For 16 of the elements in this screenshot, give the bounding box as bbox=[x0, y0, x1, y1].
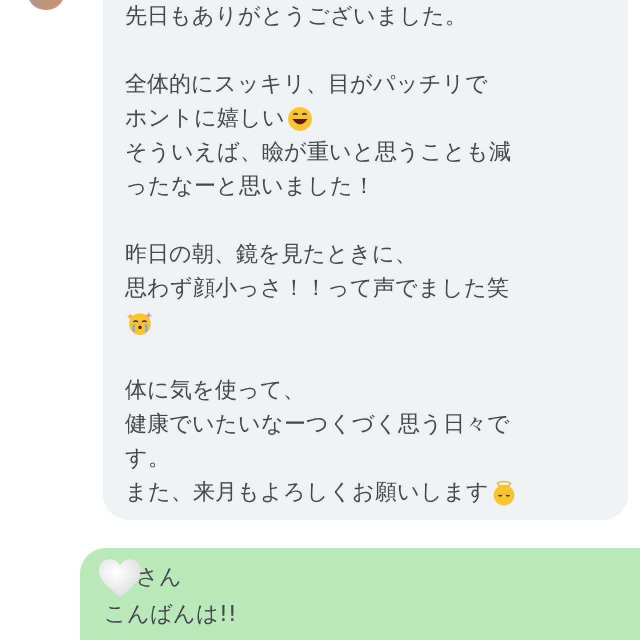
message-text: ったなーと思いました！ bbox=[125, 173, 375, 201]
message-text: 昨日の朝、鏡を見たときに、 bbox=[125, 241, 417, 269]
message-text: 全体的にスッキリ、目がパッチリで bbox=[125, 71, 488, 99]
laughing-face-icon bbox=[287, 106, 313, 132]
message-text: さん bbox=[136, 564, 182, 592]
message-text: 体に気を使って、 bbox=[125, 377, 305, 405]
tearful-face-icon bbox=[127, 310, 153, 336]
message-text: ホントに嬉しい bbox=[125, 105, 285, 133]
message-text: 先日もありがとうございました。 bbox=[125, 3, 467, 31]
message-text: 思わず顔小っさ！！って声でました笑 bbox=[125, 275, 509, 303]
message-text: す。 bbox=[125, 445, 170, 473]
message-text: 健康でいたいなーつくづく思う日々で bbox=[125, 411, 510, 439]
message-text: また、来月もよろしくお願いします bbox=[125, 479, 489, 507]
message-text: こんばんは!! bbox=[104, 601, 237, 629]
message-text: そういえば、瞼が重いと思うことも減 bbox=[125, 139, 511, 167]
halo-face-icon bbox=[491, 480, 517, 506]
